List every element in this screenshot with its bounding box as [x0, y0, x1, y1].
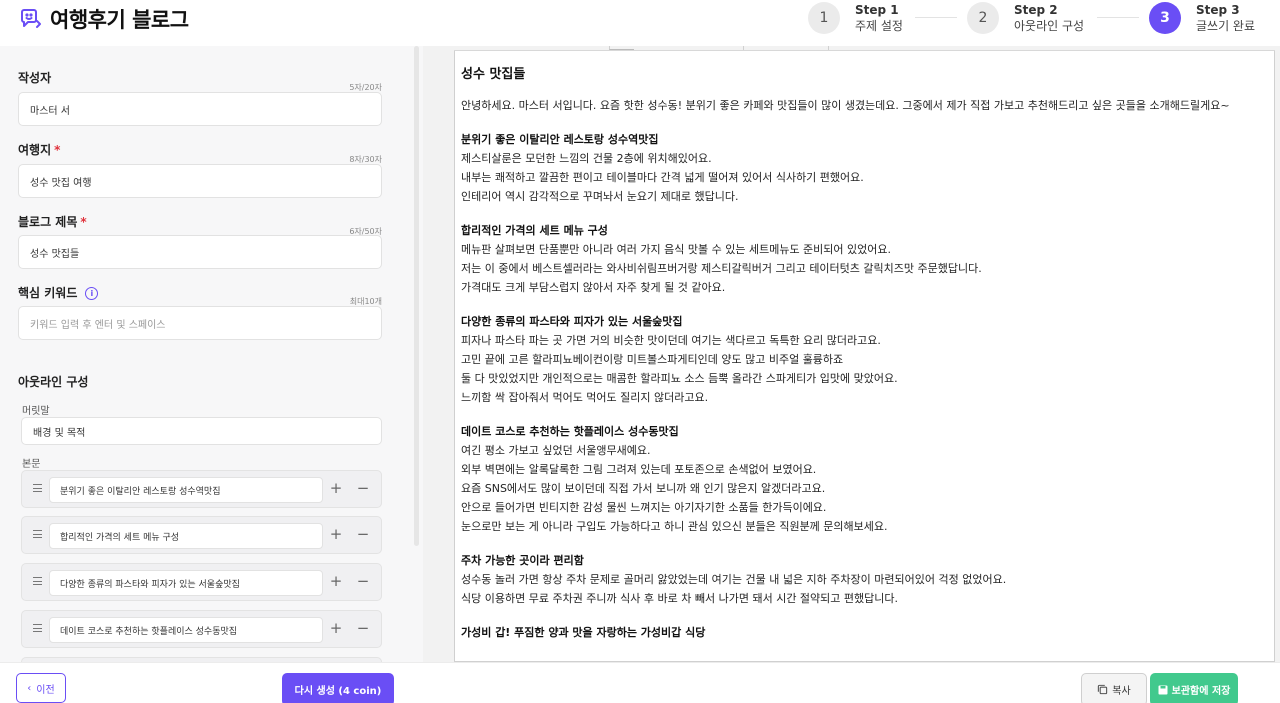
plus-icon[interactable]: +	[329, 480, 343, 495]
step-desc: 주제 설정	[855, 18, 903, 33]
outline-head-field[interactable]: 배경 및 목적	[21, 417, 382, 445]
plus-icon[interactable]: +	[329, 620, 343, 635]
step-3[interactable]: 3 Step 3 글쓰기 완료	[1149, 2, 1255, 34]
outline-row-input[interactable]: 합리적인 가격의 세트 메뉴 구성	[49, 523, 323, 549]
section-line: 피자나 파스타 파는 곳 가면 거의 비슷한 맛이던데 여기는 색다르고 독특한…	[461, 334, 881, 347]
copy-label: 복사	[1112, 686, 1131, 697]
keywords-label: 핵심 키워드 i	[18, 284, 99, 301]
minus-icon[interactable]: −	[356, 526, 370, 541]
step-number: 3	[1149, 2, 1181, 34]
copy-icon	[1098, 684, 1108, 695]
section-line: 메뉴판 살펴보면 단품뿐만 아니라 여러 가지 음식 맛볼 수 있는 세트메뉴도…	[461, 243, 892, 256]
step-desc: 글쓰기 완료	[1196, 18, 1256, 33]
outline-row-input[interactable]: 분위기 좋은 이탈리안 레스토랑 성수역맛집	[49, 477, 323, 503]
document-editor[interactable]: 성수 맛집들 안녕하세요. 마스터 서입니다. 요즘 핫한 성수동! 분위기 좋…	[454, 51, 1275, 662]
section-line: 안으로 들어가면 빈티지한 감성 물씬 느껴지는 아기자기한 소품들 한가득이에…	[461, 501, 827, 514]
minus-icon[interactable]: −	[356, 480, 370, 495]
step-2[interactable]: 2 Step 2 아웃라인 구성	[967, 2, 1084, 34]
section-line: 인테리어 역시 감각적으로 꾸며놔서 눈요기 제대로 했답니다.	[461, 190, 739, 203]
app-header: 여행후기 블로그 1 Step 1 주제 설정 2 Step 2 아웃라인 구성…	[0, 0, 1280, 38]
section-line: 느끼함 싹 잡아줘서 먹어도 먹어도 질리지 않더라고요.	[461, 391, 709, 404]
outline-head-label: 머릿말	[22, 406, 50, 417]
chevron-left-icon: ‹	[27, 682, 32, 694]
outline-body-label: 본문	[22, 459, 41, 470]
minus-icon[interactable]: −	[356, 573, 370, 588]
section-line: 둘 다 맛있었지만 개인적으로는 매콤한 할라피뇨 소스 듬뿍 올라간 스파게티…	[461, 372, 898, 385]
document-intro: 안녕하세요. 마스터 서입니다. 요즘 핫한 성수동! 분위기 좋은 카페와 맛…	[461, 99, 1230, 112]
step-title: Step 1	[855, 2, 899, 17]
prev-label: 이전	[36, 684, 55, 696]
author-field[interactable]: 마스터 서	[18, 92, 382, 126]
section-line: 요즘 SNS에서도 많이 보이던데 직접 가서 보니까 왜 인기 많은지 알겠더…	[461, 482, 826, 495]
destination-field[interactable]: 성수 맛집 여행	[18, 164, 382, 198]
document-section: 가성비 갑! 푸짐한 양과 맛을 자랑하는 가성비갑 식당	[461, 623, 1268, 642]
outline-row: 데이트 코스로 추천하는 핫플레이스 성수동맛집 + −	[21, 610, 382, 648]
prev-button[interactable]: ‹ 이전	[16, 673, 66, 703]
info-icon[interactable]: i	[85, 287, 99, 300]
action-bar: ‹ 이전 다시 생성 (4 coin) 복사 보관함에 저장	[0, 662, 1280, 703]
outline-row: 분위기 좋은 이탈리안 레스토랑 성수역맛집 + −	[21, 470, 382, 508]
section-heading: 가성비 갑! 푸짐한 양과 맛을 자랑하는 가성비갑 식당	[461, 626, 706, 639]
document-section: 데이트 코스로 추천하는 핫플레이스 성수동맛집여긴 평소 가보고 싶었던 서울…	[461, 422, 1268, 536]
document-body: 분위기 좋은 이탈리안 레스토랑 성수역맛집제스티살룬은 모던한 느낌의 건물 …	[461, 130, 1268, 642]
step-1[interactable]: 1 Step 1 주제 설정	[808, 2, 903, 34]
document-section: 분위기 좋은 이탈리안 레스토랑 성수역맛집제스티살룬은 모던한 느낌의 건물 …	[461, 130, 1268, 206]
step-desc: 아웃라인 구성	[1014, 18, 1085, 33]
section-heading: 다양한 종류의 파스타와 피자가 있는 서울숲맛집	[461, 315, 683, 328]
step-number: 2	[967, 2, 999, 34]
document-section: 주차 가능한 곳이라 편리함성수동 놀러 가면 항상 주차 문제로 골머리 앓았…	[461, 551, 1268, 608]
section-line: 고민 끝에 고른 할라피뇨베이컨이랑 미트볼스파게티인데 양도 많고 비주얼 훌…	[461, 353, 844, 366]
section-line: 여긴 평소 가보고 싶었던 서울앵무새예요.	[461, 444, 651, 457]
blog-title-field[interactable]: 성수 맛집들	[18, 235, 382, 269]
section-heading: 합리적인 가격의 세트 메뉴 구성	[461, 224, 608, 237]
chat-smile-icon	[21, 9, 41, 28]
step-title: Step 2	[1014, 2, 1058, 17]
section-line: 외부 벽면에는 알록달록한 그림 그려져 있는데 포토존으로 손색없어 보였어요…	[461, 463, 817, 476]
editor-panel: 성수 맛집들 안녕하세요. 마스터 서입니다. 요즘 핫한 성수동! 분위기 좋…	[423, 46, 1280, 662]
step-number: 1	[808, 2, 840, 34]
blog-title-label: 블로그 제목 *	[18, 215, 87, 229]
section-line: 눈으로만 보는 게 아니라 구입도 가능하다고 하니 관심 있으신 분들은 직원…	[461, 520, 888, 533]
save-label: 보관함에 저장	[1171, 686, 1231, 697]
step-connector	[915, 17, 957, 18]
section-line: 식당 이용하면 무료 주차권 주니까 식사 후 바로 차 빼서 나가면 돼서 시…	[461, 592, 899, 605]
section-line: 제스티살룬은 모던한 느낌의 건물 2층에 위치해있어요.	[461, 152, 712, 165]
step-connector	[1097, 17, 1139, 18]
section-line: 성수동 놀러 가면 항상 주차 문제로 골머리 앓았었는데 여기는 건물 내 넓…	[461, 573, 1007, 586]
drag-handle-icon[interactable]	[33, 577, 42, 585]
document-section: 합리적인 가격의 세트 메뉴 구성메뉴판 살펴보면 단품뿐만 아니라 여러 가지…	[461, 221, 1268, 297]
outline-title: 아웃라인 구성	[18, 375, 89, 389]
drag-handle-icon[interactable]	[33, 530, 42, 538]
copy-button[interactable]: 복사	[1081, 673, 1147, 703]
section-heading: 주차 가능한 곳이라 편리함	[461, 554, 584, 567]
section-line: 내부는 쾌적하고 깔끔한 편이고 테이블마다 간격 넓게 떨어져 있어서 식사하…	[461, 171, 864, 184]
outline-row: 합리적인 가격의 세트 메뉴 구성 + −	[21, 516, 382, 554]
drag-handle-icon[interactable]	[33, 484, 42, 492]
regenerate-button[interactable]: 다시 생성 (4 coin)	[282, 673, 394, 703]
section-line: 가격대도 크게 부담스럽지 않아서 자주 찾게 될 것 같아요.	[461, 281, 726, 294]
scrollbar[interactable]	[414, 46, 419, 546]
section-heading: 분위기 좋은 이탈리안 레스토랑 성수역맛집	[461, 133, 659, 146]
outline-row-input[interactable]: 데이트 코스로 추천하는 핫플레이스 성수동맛집	[49, 617, 323, 643]
plus-icon[interactable]: +	[329, 573, 343, 588]
outline-row: 다양한 종류의 파스타와 피자가 있는 서울숲맛집 + −	[21, 563, 382, 601]
section-line: 저는 이 중에서 베스트셀러라는 와사비쉬림프버거랑 제스티갈릭버거 그리고 테…	[461, 262, 982, 275]
keywords-input[interactable]: 키워드 입력 후 엔터 및 스페이스	[18, 306, 382, 340]
settings-panel: 작성자 5자/20자 마스터 서 여행지 * 8자/30자 성수 맛집 여행 블로…	[0, 46, 423, 662]
section-heading: 데이트 코스로 추천하는 핫플레이스 성수동맛집	[461, 425, 679, 438]
app-title: 여행후기 블로그	[50, 8, 189, 32]
plus-icon[interactable]: +	[329, 526, 343, 541]
author-label: 작성자	[18, 71, 52, 85]
document-section: 다양한 종류의 파스타와 피자가 있는 서울숲맛집피자나 파스타 파는 곳 가면…	[461, 312, 1268, 407]
drag-handle-icon[interactable]	[33, 624, 42, 632]
minus-icon[interactable]: −	[356, 620, 370, 635]
app-logo[interactable]: 여행후기 블로그	[18, 4, 189, 34]
save-button[interactable]: 보관함에 저장	[1150, 673, 1238, 703]
document-title: 성수 맛집들	[461, 67, 526, 82]
destination-label: 여행지 *	[18, 143, 61, 157]
outline-row-input[interactable]: 다양한 종류의 파스타와 피자가 있는 서울숲맛집	[49, 570, 323, 596]
save-icon	[1158, 685, 1168, 694]
step-title: Step 3	[1196, 2, 1240, 17]
